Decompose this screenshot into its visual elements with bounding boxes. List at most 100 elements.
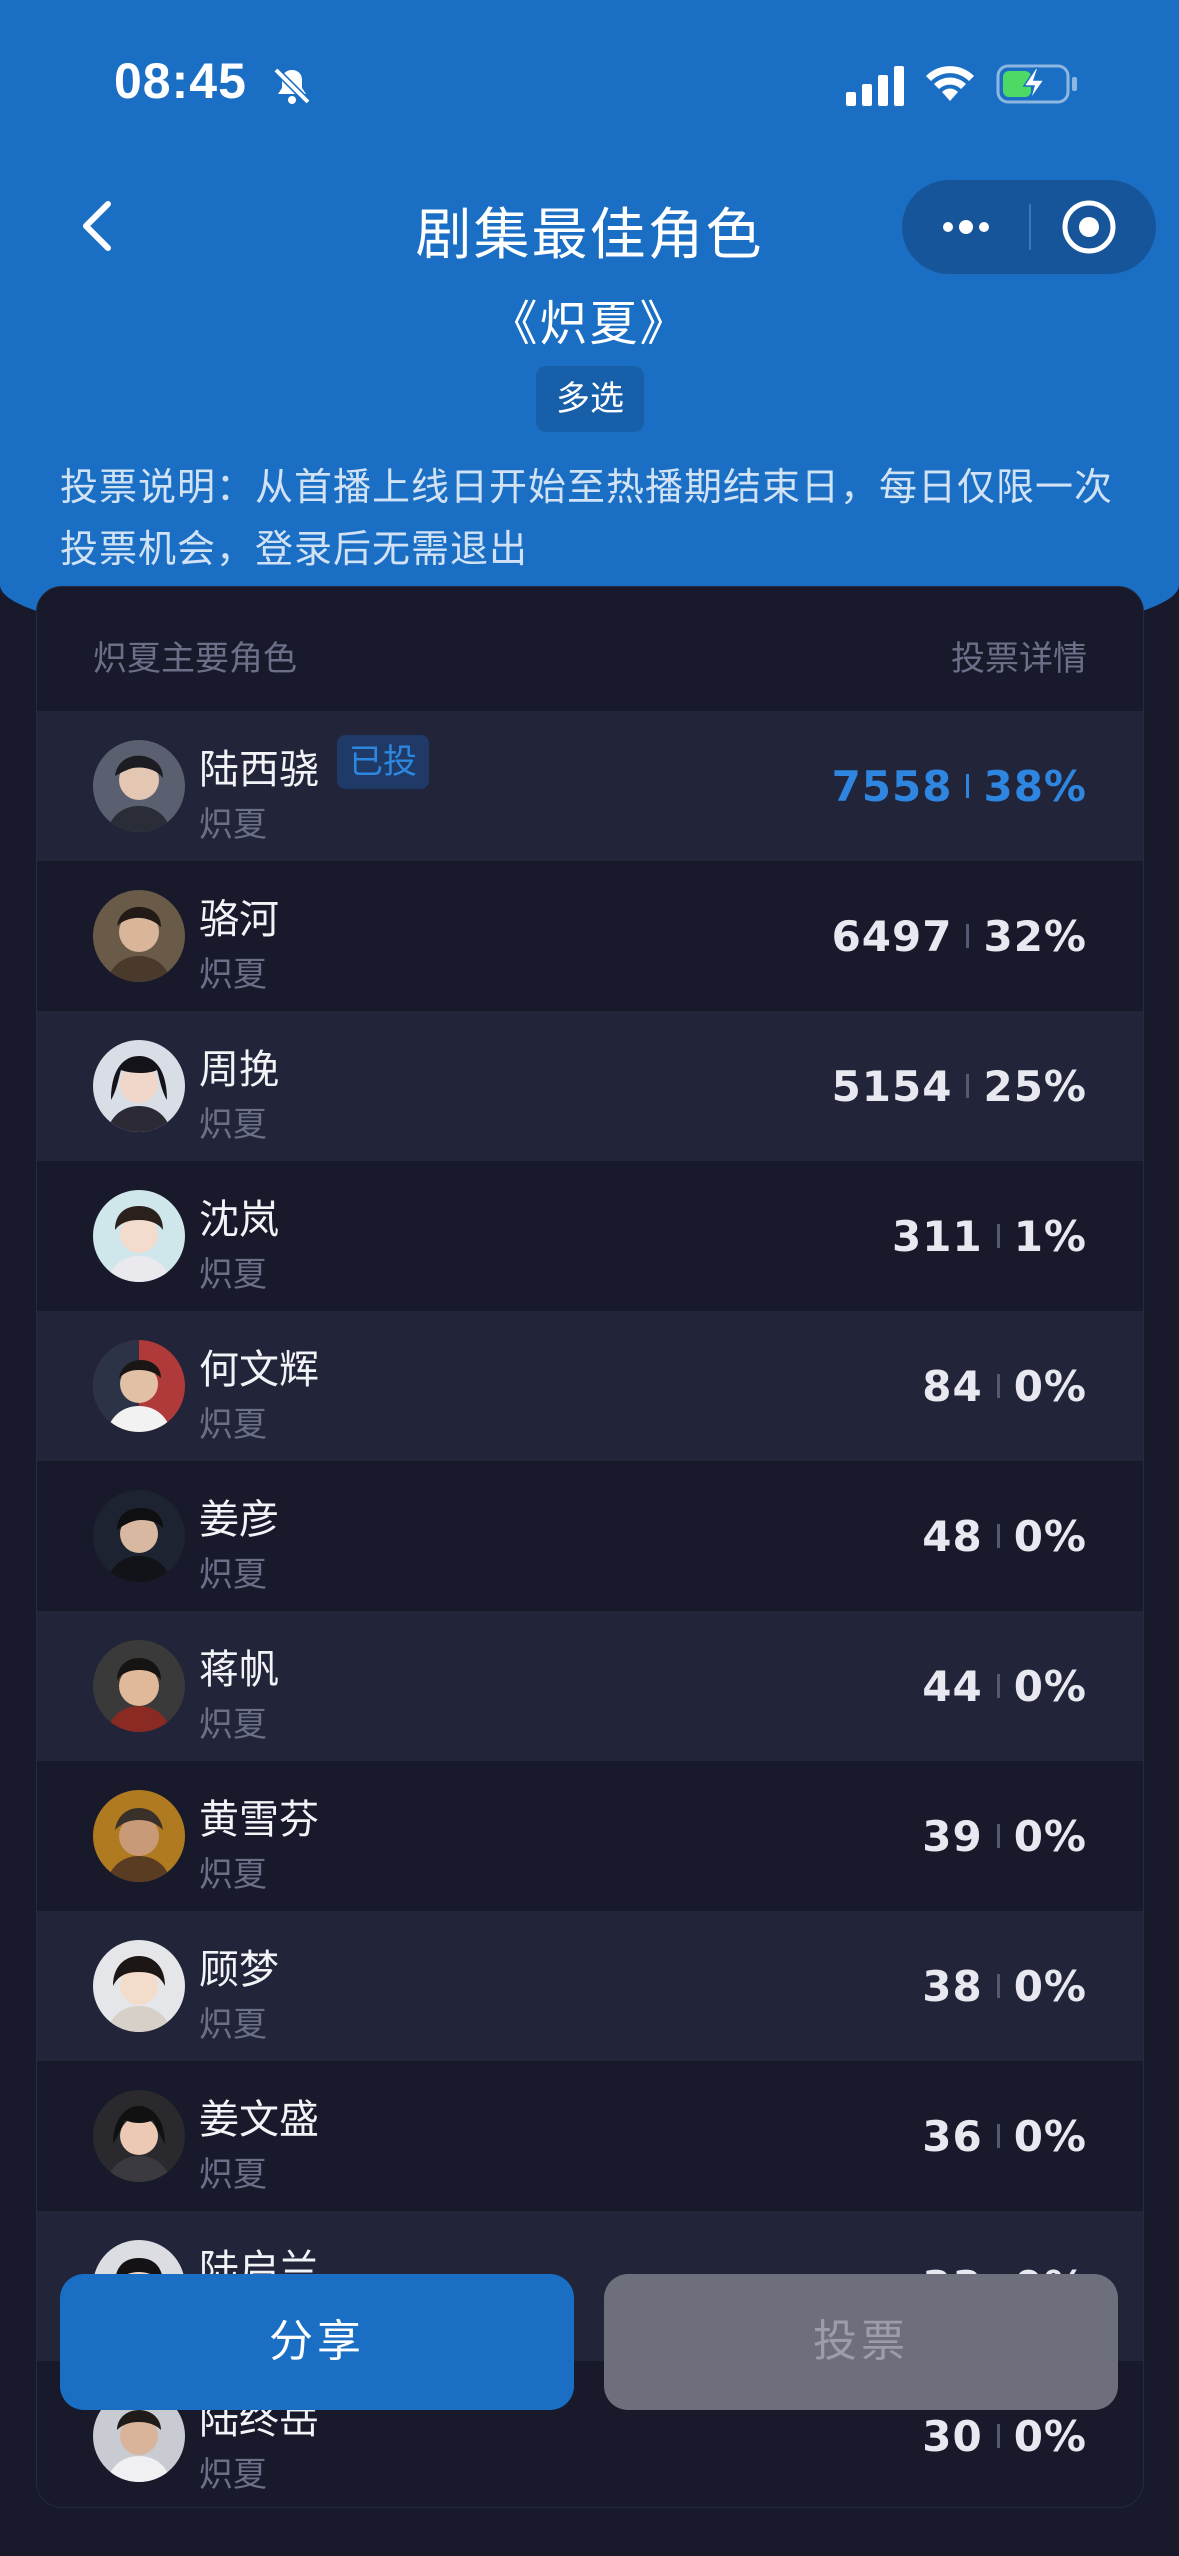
avatar bbox=[93, 890, 185, 982]
candidate-name: 沈岚 bbox=[199, 1197, 279, 1243]
multi-select-tag: 多选 bbox=[536, 366, 644, 432]
avatar bbox=[93, 1940, 185, 2032]
vote-stat: 48 0% bbox=[922, 1509, 1087, 1563]
vote-stat: 5154 25% bbox=[832, 1059, 1087, 1113]
candidate-row[interactable]: 顾梦 炽夏 38 0% bbox=[37, 1911, 1143, 2061]
vote-stat: 84 0% bbox=[922, 1359, 1087, 1413]
mute-bell-icon bbox=[273, 67, 311, 105]
candidate-show: 炽夏 bbox=[199, 1255, 267, 1295]
capsule-divider bbox=[1029, 204, 1031, 250]
candidate-name: 陆西骁 bbox=[199, 747, 319, 793]
vote-description: 投票说明：从首播上线日开始至热播期结束日，每日仅限一次投票机会，登录后无需退出 bbox=[60, 465, 1114, 571]
candidate-show: 炽夏 bbox=[199, 1555, 267, 1595]
vote-percent: 38% bbox=[983, 761, 1087, 811]
status-time: 08:45 bbox=[114, 53, 247, 109]
more-options-icon[interactable] bbox=[936, 210, 996, 244]
stat-separator bbox=[996, 2124, 1000, 2148]
vote-count: 36 bbox=[922, 2111, 983, 2161]
drama-subtitle: 《炽夏》 bbox=[489, 296, 690, 352]
vote-stat: 30 0% bbox=[922, 2409, 1087, 2463]
stat-separator bbox=[996, 1674, 1000, 1698]
stat-separator bbox=[996, 1824, 1000, 1848]
candidate-name: 姜彦 bbox=[199, 1497, 279, 1543]
stat-separator bbox=[966, 1074, 970, 1098]
vote-percent: 0% bbox=[1013, 1661, 1087, 1711]
avatar bbox=[93, 1190, 185, 1282]
vote-count: 6497 bbox=[831, 911, 953, 961]
vote-percent: 0% bbox=[1013, 1511, 1087, 1561]
stat-separator bbox=[966, 774, 970, 798]
candidate-row[interactable]: 何文辉 炽夏 84 0% bbox=[37, 1311, 1143, 1461]
vote-percent: 0% bbox=[1013, 1361, 1087, 1411]
vote-percent: 0% bbox=[1013, 1811, 1087, 1861]
candidate-show: 炽夏 bbox=[199, 2455, 267, 2495]
avatar bbox=[93, 1490, 185, 1582]
stat-separator bbox=[996, 1974, 1000, 1998]
candidate-row[interactable]: 沈岚 炽夏 311 1% bbox=[37, 1161, 1143, 1311]
avatar bbox=[93, 1790, 185, 1882]
voted-badge: 已投 bbox=[337, 735, 429, 789]
vote-stat: 44 0% bbox=[922, 1659, 1087, 1713]
candidate-show: 炽夏 bbox=[199, 1105, 267, 1145]
vote-stat: 39 0% bbox=[922, 1809, 1087, 1863]
avatar bbox=[93, 740, 185, 832]
vote-percent: 32% bbox=[983, 911, 1087, 961]
candidate-name: 蒋帆 bbox=[199, 1647, 279, 1693]
vote-count: 38 bbox=[922, 1961, 983, 2011]
candidate-show: 炽夏 bbox=[199, 805, 267, 845]
candidate-show: 炽夏 bbox=[199, 2155, 267, 2195]
vote-stat: 38 0% bbox=[922, 1959, 1087, 2013]
vote-count: 311 bbox=[892, 1211, 983, 1261]
vote-count: 39 bbox=[922, 1811, 983, 1861]
stat-separator bbox=[966, 924, 970, 948]
candidate-row[interactable]: 陆西骁 已投 炽夏 7558 38% bbox=[37, 711, 1143, 861]
card-header: 炽夏主要角色 投票详情 bbox=[37, 587, 1143, 711]
avatar bbox=[93, 1340, 185, 1432]
vote-stat: 7558 38% bbox=[832, 759, 1087, 813]
share-button[interactable]: 分享 bbox=[60, 2274, 574, 2410]
stat-separator bbox=[996, 2424, 1000, 2448]
miniprogram-capsule bbox=[902, 180, 1156, 274]
candidate-name: 姜文盛 bbox=[199, 2097, 319, 2143]
vote-percent: 0% bbox=[1013, 1961, 1087, 2011]
vote-stat: 36 0% bbox=[922, 2109, 1087, 2163]
close-miniprogram-icon[interactable] bbox=[1060, 198, 1118, 256]
candidate-show: 炽夏 bbox=[199, 955, 267, 995]
candidate-row[interactable]: 姜彦 炽夏 48 0% bbox=[37, 1461, 1143, 1611]
vote-percent: 1% bbox=[1013, 1211, 1087, 1261]
avatar bbox=[93, 1040, 185, 1132]
candidate-row[interactable]: 骆河 炽夏 6497 32% bbox=[37, 861, 1143, 1011]
card-header-left: 炽夏主要角色 bbox=[93, 639, 297, 679]
vote-button[interactable]: 投票 bbox=[604, 2274, 1118, 2410]
vote-count: 5154 bbox=[831, 1061, 953, 1111]
candidate-row[interactable]: 黄雪芬 炽夏 39 0% bbox=[37, 1761, 1143, 1911]
vote-card: 炽夏主要角色 投票详情 陆西骁 已投 炽夏 7558 38% 骆河 炽夏 6497… bbox=[36, 586, 1144, 2508]
candidate-show: 炽夏 bbox=[199, 1405, 267, 1445]
candidate-row[interactable]: 蒋帆 炽夏 44 0% bbox=[37, 1611, 1143, 1761]
candidate-name: 骆河 bbox=[199, 897, 279, 943]
wifi-icon bbox=[926, 66, 974, 101]
candidate-name: 何文辉 bbox=[199, 1347, 319, 1393]
vote-count: 30 bbox=[922, 2411, 983, 2461]
candidate-row[interactable]: 姜文盛 炽夏 36 0% bbox=[37, 2061, 1143, 2211]
avatar bbox=[93, 1640, 185, 1732]
candidate-show: 炽夏 bbox=[199, 2005, 267, 2045]
vote-count: 7558 bbox=[831, 761, 953, 811]
candidate-row[interactable]: 周挽 炽夏 5154 25% bbox=[37, 1011, 1143, 1161]
cellular-signal-icon bbox=[846, 66, 904, 106]
candidate-name: 周挽 bbox=[199, 1047, 279, 1093]
vote-count: 48 bbox=[922, 1511, 983, 1561]
candidate-show: 炽夏 bbox=[199, 1855, 267, 1895]
avatar bbox=[93, 2090, 185, 2182]
vote-percent: 0% bbox=[1013, 2411, 1087, 2461]
stat-separator bbox=[996, 1524, 1000, 1548]
battery-charging-icon bbox=[996, 64, 1077, 104]
vote-count: 84 bbox=[922, 1361, 983, 1411]
vote-stat: 6497 32% bbox=[832, 909, 1087, 963]
candidate-name: 黄雪芬 bbox=[199, 1797, 319, 1843]
vote-count: 44 bbox=[922, 1661, 983, 1711]
stat-separator bbox=[996, 1374, 1000, 1398]
candidate-show: 炽夏 bbox=[199, 1705, 267, 1745]
candidate-name: 顾梦 bbox=[199, 1947, 279, 1993]
stat-separator bbox=[996, 1224, 1000, 1248]
